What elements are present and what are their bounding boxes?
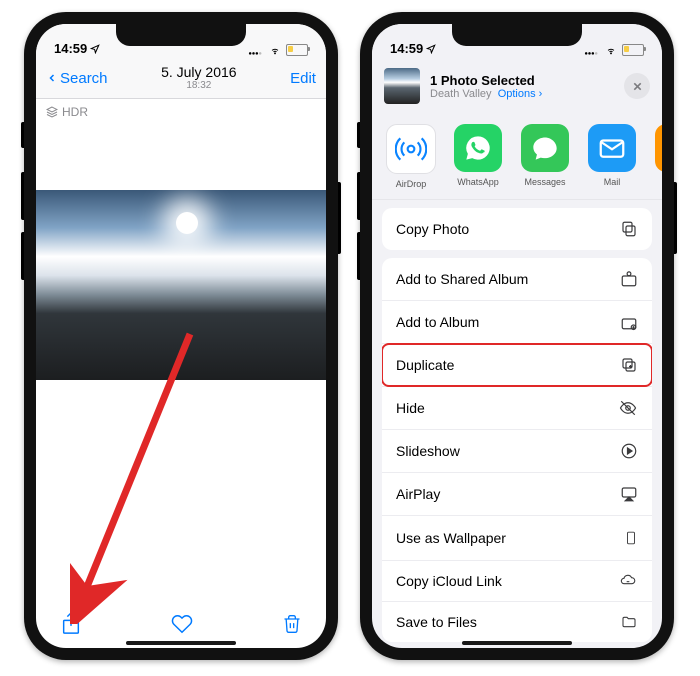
edit-button[interactable]: Edit	[290, 70, 316, 87]
close-icon	[632, 81, 643, 92]
app-label: Mail	[585, 177, 639, 187]
cloud-link-icon	[618, 573, 638, 589]
action-slideshow[interactable]: Slideshow	[382, 430, 652, 473]
chevron-left-icon	[46, 69, 58, 87]
hdr-badge: HDR	[36, 99, 326, 125]
action-label: Use as Wallpaper	[396, 530, 506, 546]
action-icloud-link[interactable]: Copy iCloud Link	[382, 561, 652, 602]
photo-content	[36, 190, 326, 380]
action-add-album[interactable]: Add to Album	[382, 301, 652, 344]
selection-title: 1 Photo Selected	[430, 73, 542, 88]
signal-icon	[248, 45, 264, 55]
wifi-icon	[268, 45, 282, 55]
messages-icon	[521, 124, 569, 172]
close-button[interactable]	[624, 73, 650, 99]
share-button[interactable]	[60, 611, 82, 642]
action-airplay[interactable]: AirPlay	[382, 473, 652, 516]
home-indicator	[462, 641, 572, 645]
app-label: WhatsApp	[451, 177, 505, 187]
action-label: Copy Photo	[396, 221, 469, 237]
wifi-icon	[604, 45, 618, 55]
phone-icon	[624, 528, 638, 548]
copy-icon	[620, 220, 638, 238]
nav-title-date: 5. July 2016	[161, 65, 237, 80]
action-label: Copy iCloud Link	[396, 573, 502, 589]
action-label: AirPlay	[396, 486, 440, 502]
screen-left: 14:59 Search 5. July 2016 18:32	[36, 24, 326, 648]
battery-icon	[622, 44, 644, 56]
stack-icon	[46, 106, 58, 118]
shared-album-icon	[620, 270, 638, 288]
nav-bar: Search 5. July 2016 18:32 Edit	[36, 58, 326, 99]
share-sheet-header: 1 Photo Selected Death Valley Options ›	[372, 58, 662, 110]
selection-thumbnail	[384, 68, 420, 104]
action-label: Save to Files	[396, 614, 477, 630]
action-label: Slideshow	[396, 443, 460, 459]
location-arrow-icon	[426, 44, 436, 54]
action-label: Hide	[396, 400, 425, 416]
battery-icon	[286, 44, 308, 56]
airdrop-icon	[386, 124, 436, 174]
play-circle-icon	[620, 442, 638, 460]
mail-icon	[588, 124, 636, 172]
action-copy-photo[interactable]: Copy Photo	[382, 208, 652, 250]
action-add-shared-album[interactable]: Add to Shared Album	[382, 258, 652, 301]
selection-subtitle: Death Valley Options ›	[430, 88, 542, 100]
more-app-icon	[655, 124, 662, 172]
folder-icon	[620, 614, 638, 630]
app-airdrop[interactable]: AirDrop	[384, 124, 438, 189]
actions-list: Copy Photo Add to Shared Album Add to Al…	[372, 200, 662, 642]
action-wallpaper[interactable]: Use as Wallpaper	[382, 516, 652, 561]
airplay-icon	[620, 485, 638, 503]
app-label: AirDrop	[384, 179, 438, 189]
phone-left: 14:59 Search 5. July 2016 18:32	[24, 12, 338, 660]
phone-right: 14:59 1 Photo Selected Death Valley Opti…	[360, 12, 674, 660]
phones-container: 14:59 Search 5. July 2016 18:32	[0, 0, 700, 672]
favorite-button[interactable]	[170, 613, 194, 640]
action-label: Add to Album	[396, 314, 479, 330]
action-hide[interactable]: Hide	[382, 387, 652, 430]
screen-right: 14:59 1 Photo Selected Death Valley Opti…	[372, 24, 662, 648]
status-time: 14:59	[390, 41, 423, 56]
app-label: Messages	[518, 177, 572, 187]
app-more[interactable]	[652, 124, 662, 177]
action-duplicate[interactable]: Duplicate	[382, 344, 652, 387]
home-indicator	[126, 641, 236, 645]
share-icon	[60, 611, 82, 637]
action-save-files[interactable]: Save to Files	[382, 602, 652, 642]
nav-title: 5. July 2016 18:32	[161, 65, 237, 91]
hide-icon	[618, 399, 638, 417]
selection-location: Death Valley	[430, 88, 492, 100]
apps-row[interactable]: AirDrop WhatsApp Messages	[372, 110, 662, 200]
duplicate-icon	[620, 356, 638, 374]
location-arrow-icon	[90, 44, 100, 54]
back-label: Search	[60, 70, 108, 87]
back-button[interactable]: Search	[46, 69, 108, 87]
action-label: Add to Shared Album	[396, 271, 528, 287]
app-mail[interactable]: Mail	[585, 124, 639, 187]
trash-icon	[282, 612, 302, 636]
action-label: Duplicate	[396, 357, 454, 373]
bottom-toolbar	[36, 611, 326, 642]
delete-button[interactable]	[282, 612, 302, 641]
app-messages[interactable]: Messages	[518, 124, 572, 187]
options-button[interactable]: Options ›	[498, 88, 543, 100]
heart-icon	[170, 613, 194, 635]
app-whatsapp[interactable]: WhatsApp	[451, 124, 505, 187]
photo-viewer[interactable]	[36, 125, 326, 445]
status-time: 14:59	[54, 41, 87, 56]
signal-icon	[584, 45, 600, 55]
whatsapp-icon	[454, 124, 502, 172]
album-icon	[620, 313, 638, 331]
hdr-label: HDR	[62, 105, 88, 119]
nav-title-time: 18:32	[161, 80, 237, 91]
